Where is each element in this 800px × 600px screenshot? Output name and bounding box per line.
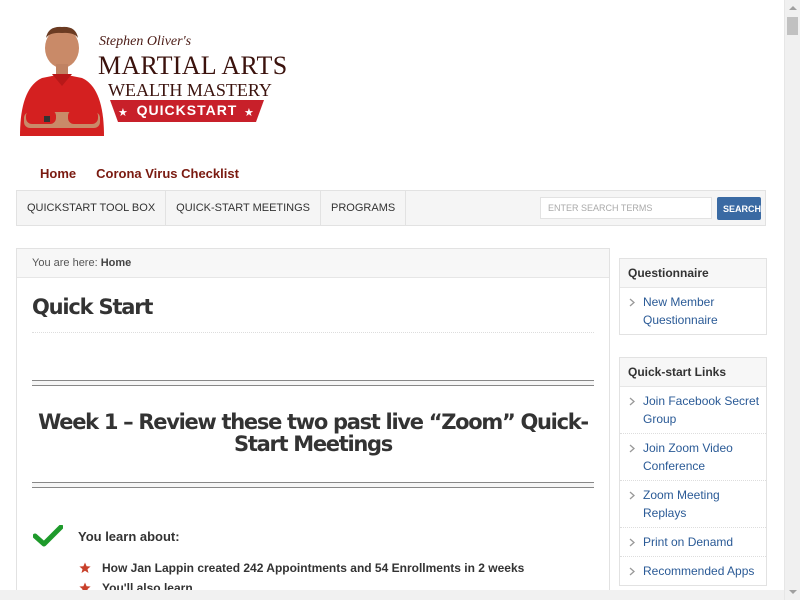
title-divider (32, 332, 594, 333)
sidebar-link-zoom-replays[interactable]: Zoom Meeting Replays (620, 481, 766, 528)
sidebar-link-label: New Member Questionnaire (643, 295, 718, 327)
sidebar-link-recommended-apps[interactable]: Recommended Apps (620, 557, 766, 585)
chevron-right-icon (629, 567, 635, 576)
learn-bullet-list: How Jan Lappin created 242 Appointments … (79, 561, 524, 590)
breadcrumb-prefix: You are here: (32, 257, 98, 269)
list-item-text: How Jan Lappin created 242 Appointments … (102, 561, 525, 575)
week-heading: Week 1 – Review these two past live “Zoo… (38, 410, 589, 456)
section-divider-bottom (32, 482, 594, 488)
logo-person-photo (20, 26, 104, 136)
sidebar-link-label: Zoom Meeting Replays (643, 488, 720, 520)
scrollbar-thumb[interactable] (787, 17, 798, 35)
logo-title-line1: MARTIAL ARTS (98, 51, 288, 80)
star-bullet-icon (79, 562, 91, 573)
sidebar-widget-questionnaire: Questionnaire New Member Questionnaire (619, 258, 767, 335)
logo-byline: Stephen Oliver's (99, 34, 192, 49)
vertical-scrollbar[interactable] (784, 0, 800, 600)
chevron-right-icon (629, 491, 635, 500)
main-nav-bar: QUICKSTART TOOL BOX QUICK-START MEETINGS… (16, 190, 766, 226)
sidebar-widget-quick-start-links: Quick-start Links Join Facebook Secret G… (619, 357, 767, 586)
list-item-text: You'll also learn (102, 581, 193, 590)
learn-label: You learn about: (78, 529, 180, 544)
breadcrumb-home-link[interactable]: Home (101, 257, 132, 269)
main-content: You are here: Home Quick Start Week 1 – … (16, 248, 610, 590)
chevron-right-icon (629, 538, 635, 547)
search-button[interactable]: SEARCH (717, 197, 761, 220)
sidebar-link-facebook-group[interactable]: Join Facebook Secret Group (620, 387, 766, 434)
sidebar-link-label: Join Facebook Secret Group (643, 394, 760, 426)
nav-programs[interactable]: PROGRAMS (321, 191, 407, 225)
top-nav-corona-virus-checklist[interactable]: Corona Virus Checklist (96, 166, 239, 181)
widget-title: Questionnaire (620, 259, 766, 288)
logo-title-line2: WEALTH MASTERY (108, 80, 272, 100)
chevron-right-icon (629, 444, 635, 453)
top-nav-home[interactable]: Home (40, 166, 76, 181)
chevron-right-icon (629, 397, 635, 406)
sidebar-link-label: Print on Denamd (643, 535, 734, 549)
checkmark-icon (33, 525, 63, 547)
page-title: Quick Start (32, 295, 153, 319)
breadcrumb: You are here: Home (17, 249, 609, 278)
sidebar-link-new-member-questionnaire[interactable]: New Member Questionnaire (620, 288, 766, 334)
section-divider-top (32, 380, 594, 386)
star-bullet-icon (79, 582, 91, 590)
site-logo[interactable]: Stephen Oliver's MARTIAL ARTS WEALTH MAS… (16, 24, 287, 139)
page: Stephen Oliver's MARTIAL ARTS WEALTH MAS… (0, 0, 784, 590)
sidebar-link-label: Recommended Apps (643, 564, 755, 578)
list-item: How Jan Lappin created 242 Appointments … (79, 561, 524, 581)
nav-quickstart-tool-box[interactable]: QUICKSTART TOOL BOX (17, 191, 167, 225)
list-item: You'll also learn (79, 581, 524, 590)
scroll-up-arrow-icon[interactable] (785, 0, 800, 16)
logo-banner-text: QUICKSTART (136, 102, 238, 118)
search-input[interactable] (540, 197, 712, 219)
chevron-right-icon (629, 298, 635, 307)
nav-quick-start-meetings[interactable]: QUICK-START MEETINGS (166, 191, 322, 225)
scroll-down-arrow-icon[interactable] (785, 584, 800, 600)
sidebar-link-label: Join Zoom Video Conference (643, 441, 733, 473)
widget-title: Quick-start Links (620, 358, 766, 387)
sidebar-link-zoom-conference[interactable]: Join Zoom Video Conference (620, 434, 766, 481)
top-nav: Home Corona Virus Checklist (40, 166, 239, 181)
sidebar-link-print-on-demand[interactable]: Print on Denamd (620, 528, 766, 557)
